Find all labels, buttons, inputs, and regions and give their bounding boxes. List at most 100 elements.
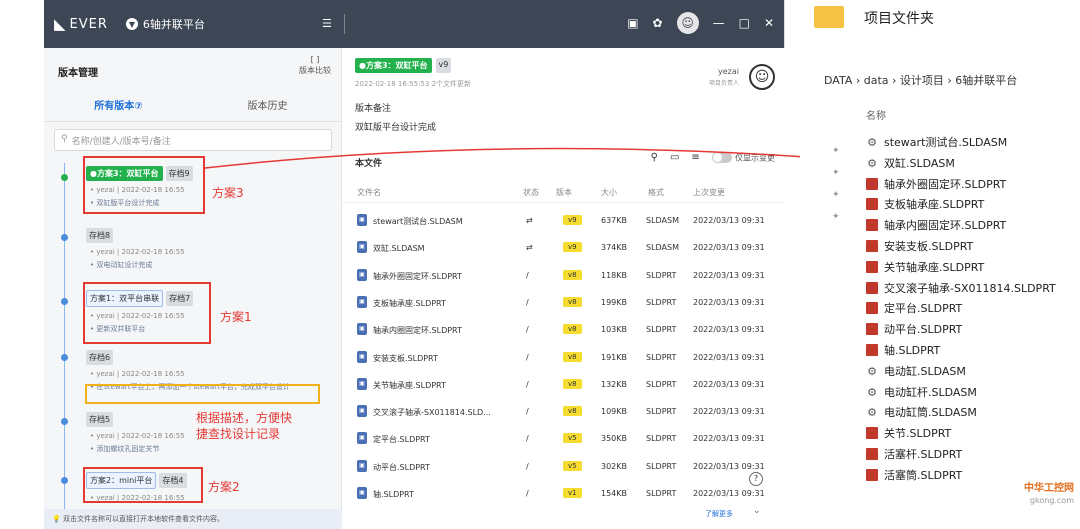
table-row[interactable]: ▣ stewart测试台.SLDASM ⇄ v9 637KB SLDASM 2022/03/… <box>343 208 785 235</box>
file-list-item[interactable]: ⚙ stewart测试台.SLDASM <box>866 134 1007 150</box>
cell-ver: v5 <box>563 433 582 444</box>
cell-size: 132KB <box>601 379 628 389</box>
cell-fmt: SLDPRT <box>646 489 677 498</box>
cell-name: 双缸.SLDASM <box>373 244 425 254</box>
version-save: 存档8 <box>86 228 114 243</box>
cell-date: 2022/03/13 09:31 <box>693 216 765 225</box>
file-list-item[interactable]: 轴承内圈固定环.SLDPRT <box>866 217 1006 233</box>
table-row[interactable]: ▣ 定平台.SLDPRT / v5 350KB SLDPRT 2022/03/13 09:3… <box>343 426 785 453</box>
maximize-icon[interactable]: □ <box>739 16 750 30</box>
file-list-item[interactable]: 活塞杆.SLDPRT <box>866 446 962 462</box>
file-list-item[interactable]: 轴承外圈固定环.SLDPRT <box>866 176 1006 192</box>
learn-more-link[interactable]: 了解更多 <box>705 509 733 519</box>
file-list-item[interactable]: 活塞筒.SLDPRT <box>866 467 962 483</box>
file-list-item[interactable]: 关节轴承座.SLDPRT <box>866 259 984 275</box>
file-list-name: 轴承内圈固定环.SLDPRT <box>884 219 1007 233</box>
file-list-item[interactable]: ⚙ 电动缸.SLDASM <box>866 363 966 379</box>
gear-icon[interactable]: ✿ <box>653 16 663 30</box>
table-row[interactable]: ▣ 轴承外圈固定环.SLDPRT / v8 118KB SLDPRT 2022/03/13 … <box>343 263 785 290</box>
part-icon <box>866 177 878 190</box>
version-meta: • yezai | 2022-02-18 16:55 <box>90 370 185 378</box>
cell-size: 191KB <box>601 352 628 362</box>
part-icon <box>866 344 878 356</box>
pin-icon[interactable]: ✦ <box>832 168 840 178</box>
calendar-icon[interactable]: ▭ <box>670 152 679 163</box>
monitor-icon[interactable]: ▣ <box>627 16 638 30</box>
file-list-item[interactable]: 动平台.SLDPRT <box>866 321 962 337</box>
cell-name: stewart测试台.SLDASM <box>373 217 463 226</box>
file-list-item[interactable]: 定平台.SLDPRT <box>866 300 962 316</box>
plan-name: ●方案3：双缸平台 <box>355 58 432 73</box>
search-icon[interactable]: ⚲ <box>651 152 658 163</box>
pin-icon[interactable]: ✦ <box>832 146 840 156</box>
timeline-dot <box>61 477 68 484</box>
part-icon <box>866 323 878 336</box>
title-bar: ◣ EVER ▼ 6轴并联平台 ☰ ▣ ✿ ☺ — □ ✕ <box>44 0 784 48</box>
timeline-line <box>64 163 65 523</box>
assembly-icon: ⚙ <box>867 156 877 170</box>
file-list-item[interactable]: 支板轴承座.SLDPRT <box>866 196 984 212</box>
cell-ver: v8 <box>563 406 582 417</box>
annotation-desc: 根据描述，方便快 捷查找设计记录 <box>196 411 293 441</box>
part-icon <box>866 281 878 294</box>
cell-status: / <box>526 434 529 444</box>
project-name[interactable]: 6轴并联平台 <box>143 16 205 32</box>
app-logo-text: EVER <box>69 16 108 32</box>
cell-fmt: SLDPRT <box>646 352 677 362</box>
version-item[interactable]: 存档8 • yezai | 2022-02-18 16:55 • 双电动缸设计完… <box>86 228 336 270</box>
cell-status: ⇄ <box>526 216 533 225</box>
pin-icon[interactable]: ✦ <box>832 212 840 222</box>
table-row[interactable]: ▣ 安装支板.SLDPRT / v8 191KB SLDPRT 2022/03/13 09:… <box>343 345 785 372</box>
file-list-item[interactable]: ⚙ 双缸.SLDASM <box>866 155 955 171</box>
file-list-name: 动平台.SLDPRT <box>884 323 963 337</box>
part-icon <box>866 448 878 460</box>
cell-ver: v8 <box>563 378 582 389</box>
user-avatar[interactable]: ☺ <box>676 12 699 34</box>
file-icon: ▣ <box>357 459 367 472</box>
version-tabs: 所有版本⑦ 版本历史 <box>44 94 342 122</box>
file-list-item[interactable]: 安装支板.SLDPRT <box>866 238 973 254</box>
pin-icon[interactable]: ✦ <box>832 190 840 200</box>
breadcrumb[interactable]: DATA › data › 设计项目 › 6轴并联平台 <box>824 72 1017 88</box>
tab-version-history[interactable]: 版本历史 <box>193 94 342 121</box>
owner-avatar[interactable]: ☺ <box>749 64 775 90</box>
filter-icon[interactable]: ≡ <box>691 152 699 163</box>
table-row[interactable]: ▣ 轴承内圈固定环.SLDPRT / v8 103KB SLDPRT 2022/03/13 … <box>343 317 785 344</box>
table-row[interactable]: ▣ 关节轴承座.SLDPRT / v8 132KB SLDPRT 2022/03/13 09… <box>343 372 785 399</box>
table-row[interactable]: ▣ 双缸.SLDASM ⇄ v9 374KB SLDASM 2022/03/13 09:31 <box>343 235 785 262</box>
file-list-name: 关节.SLDPRT <box>884 427 952 441</box>
hamburger-icon[interactable]: ☰ <box>322 17 332 30</box>
table-row[interactable]: ▣ 轴.SLDPRT / v1 154KB SLDPRT 2022/03/13 09:31 <box>343 481 785 508</box>
table-row[interactable]: ▣ 支板轴承座.SLDPRT / v8 199KB SLDPRT 2022/03/13 09… <box>343 290 785 317</box>
column-name-header[interactable]: 名称 <box>866 107 886 122</box>
cell-status: / <box>526 379 529 389</box>
file-list-item[interactable]: 交叉滚子轴承-SX011814.SLDPRT <box>866 280 1056 296</box>
minimize-icon[interactable]: — <box>713 16 725 30</box>
file-list-item[interactable]: ⚙ 电动缸杆.SLDASM <box>866 384 977 400</box>
cell-status: / <box>526 352 529 362</box>
chevron-down-icon[interactable]: ⌄ <box>753 506 761 516</box>
compare-label: 版本比较 <box>299 66 331 75</box>
cell-name: 轴承内圈固定环.SLDPRT <box>373 326 462 336</box>
annotation-plan1: 方案1 <box>220 310 252 324</box>
changes-toggle[interactable] <box>711 152 732 163</box>
search-input[interactable]: ⚲ 名称/创建人/版本号/备注 <box>54 129 332 151</box>
close-icon[interactable]: ✕ <box>764 16 774 30</box>
annotation-plan3: 方案3 <box>212 186 244 200</box>
part-icon <box>866 427 878 440</box>
file-list-name: 安装支板.SLDPRT <box>884 240 974 253</box>
table-row[interactable]: ▣ 动平台.SLDPRT / v5 302KB SLDPRT 2022/03/13 09:3… <box>343 454 785 481</box>
file-list-item[interactable]: ⚙ 电动缸筒.SLDASM <box>866 404 977 420</box>
compare-button[interactable]: [ ] 版本比较 <box>299 54 331 76</box>
file-icon: ▣ <box>357 432 367 445</box>
file-list-item[interactable]: 轴.SLDPRT <box>866 342 940 358</box>
file-list-item[interactable]: 关节.SLDPRT <box>866 425 951 441</box>
cell-fmt: SLDASM <box>646 243 680 253</box>
help-icon[interactable]: ? <box>749 472 763 486</box>
tab-all-versions[interactable]: 所有版本⑦ <box>44 94 193 121</box>
cell-date: 2022/03/13 09:31 <box>693 325 765 335</box>
file-list-name: 交叉滚子轴承-SX011814.SLDPRT <box>884 281 1056 295</box>
timeline-dot <box>61 234 68 241</box>
table-row[interactable]: ▣ 交叉滚子轴承-SX011814.SLD... / v8 109KB SLDPRT 202… <box>343 399 785 426</box>
file-icon: ▣ <box>357 323 367 336</box>
